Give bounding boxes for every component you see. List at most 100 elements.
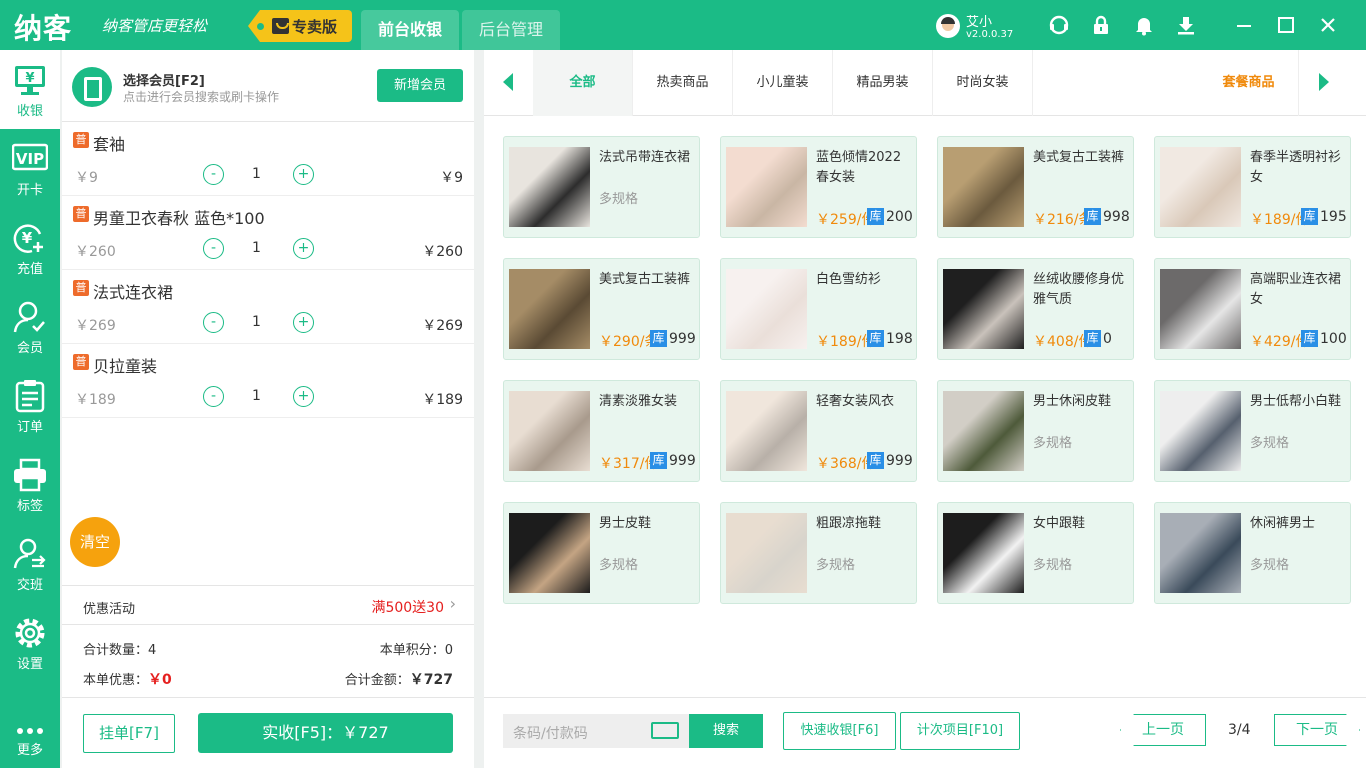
count-items-button[interactable]: 计次项目[F10] (900, 712, 1020, 750)
category-hot[interactable]: 热卖商品 (633, 50, 733, 116)
sidebar-item-cashier[interactable]: ¥ 收银 (0, 50, 60, 129)
close-icon[interactable] (1317, 14, 1339, 36)
cart-item[interactable]: 普 男童卫衣春秋 蓝色*100 ￥260 - 1 + ￥260 (62, 196, 474, 270)
qty-increase-button[interactable]: + (293, 312, 314, 333)
cart-item[interactable]: 普 套袖 ￥9 - 1 + ￥9 (62, 122, 474, 196)
bell-icon[interactable] (1133, 14, 1155, 36)
product-price: ￥368/件 (816, 456, 872, 472)
product-card[interactable]: 清素淡雅女装 ￥317/件库 999 (503, 380, 700, 482)
product-card[interactable]: 白色雪纺衫 ￥189/件库 198 (720, 258, 917, 360)
quick-checkout-button[interactable]: 快速收银[F6] (783, 712, 896, 750)
maximize-icon[interactable] (1275, 14, 1297, 36)
search-button[interactable]: 搜索 (689, 714, 763, 748)
cart-item-total: ￥269 (422, 318, 463, 334)
qty-increase-button[interactable]: + (293, 238, 314, 259)
avatar (936, 14, 960, 38)
category-next-arrow-icon[interactable] (1319, 73, 1329, 91)
category-women[interactable]: 时尚女装 (933, 50, 1033, 116)
prev-page-button[interactable]: 上一页 (1120, 714, 1206, 746)
sidebar-item-shift[interactable]: 交班 (0, 524, 60, 603)
minimize-icon[interactable] (1233, 14, 1255, 36)
customer-service-icon[interactable] (1048, 14, 1070, 36)
cart-item-qty[interactable]: 1 (252, 388, 261, 404)
download-icon[interactable] (1175, 14, 1197, 36)
product-card[interactable]: 男士皮鞋 多规格 (503, 502, 700, 604)
sidebar-item-recharge[interactable]: ¥ 充值 (0, 208, 60, 287)
category-all[interactable]: 全部 (533, 50, 633, 116)
product-image (1160, 513, 1241, 593)
total-qty: 合计数量：4 (83, 639, 156, 658)
product-card[interactable]: 美式复古工装裤 ￥290/条库 999 (503, 258, 700, 360)
category-kids[interactable]: 小儿童装 (733, 50, 833, 116)
hold-order-button[interactable]: 挂单[F7] (83, 714, 175, 753)
product-card[interactable]: 轻奢女装风衣 ￥368/件库 999 (720, 380, 917, 482)
sidebar-item-more[interactable]: 更多 (0, 689, 60, 768)
product-card[interactable]: 春季半透明衬衫女 ￥189/件库 195 (1154, 136, 1351, 238)
cart-item-qty[interactable]: 1 (252, 240, 261, 256)
barcode-placeholder: 条码/付款码 (513, 726, 588, 742)
stock-tag: 库 (867, 330, 884, 347)
product-card[interactable]: 粗跟凉拖鞋 多规格 (720, 502, 917, 604)
product-name: 美式复古工装裤 (599, 272, 691, 287)
sidebar-item-orders[interactable]: 订单 (0, 366, 60, 445)
category-package[interactable]: 套餐商品 (1199, 50, 1299, 116)
qty-increase-button[interactable]: + (293, 164, 314, 185)
product-card[interactable]: 男士休闲皮鞋 多规格 (937, 380, 1134, 482)
sidebar-item-label: 会员 (16, 341, 43, 356)
next-page-button[interactable]: 下一页 (1274, 714, 1360, 746)
product-name: 粗跟凉拖鞋 (816, 516, 882, 531)
product-price: ￥317/件 (599, 456, 655, 472)
product-card[interactable]: 法式吊带连衣裙 多规格 (503, 136, 700, 238)
product-card[interactable]: 女中跟鞋 多规格 (937, 502, 1134, 604)
qty-decrease-button[interactable]: - (203, 238, 224, 259)
product-card[interactable]: 蓝色倾情2022春女装 ￥259/件库 200 (720, 136, 917, 238)
product-name: 男士皮鞋 (599, 516, 652, 531)
sidebar-item-member[interactable]: 会员 (0, 287, 60, 366)
sidebar-item-label: 设置 (16, 657, 43, 672)
product-card[interactable]: 丝绒收腰修身优雅气质 ￥408/件库 0 (937, 258, 1134, 360)
add-member-button[interactable]: 新增会员 (377, 69, 463, 102)
product-card[interactable]: 高端职业连衣裙女 ￥429/件库 100 (1154, 258, 1351, 360)
keyboard-icon[interactable] (651, 722, 679, 739)
cart-item[interactable]: 普 法式连衣裙 ￥269 - 1 + ￥269 (62, 270, 474, 344)
qty-decrease-button[interactable]: - (203, 312, 224, 333)
category-prev-arrow-icon[interactable] (503, 73, 513, 91)
sidebar-item-settings[interactable]: 设置 (0, 603, 60, 682)
total-qty-value: 4 (148, 643, 157, 658)
clear-cart-button[interactable]: 清空 (70, 517, 120, 567)
category-men[interactable]: 精品男装 (833, 50, 933, 116)
sidebar: ¥ 收银 VIP 开卡 ¥ 充值 会员 订单 标签 交班 设置 更多 (0, 50, 60, 768)
product-spec: 多规格 (599, 192, 639, 207)
checkout-button[interactable]: 实收[F5]：￥727 (198, 713, 453, 753)
barcode-input[interactable]: 条码/付款码 (503, 714, 689, 748)
product-name: 休闲裤男士 (1250, 516, 1316, 531)
order-points-label: 本单积分： (379, 643, 445, 658)
sidebar-item-open-card[interactable]: VIP 开卡 (0, 129, 60, 208)
qty-decrease-button[interactable]: - (203, 386, 224, 407)
cart-item-qty[interactable]: 1 (252, 166, 261, 182)
product-image (509, 391, 590, 471)
product-price: ￥429/件 (1250, 334, 1306, 350)
promotion-label: 优惠活动 (83, 602, 136, 617)
product-card[interactable]: 休闲裤男士 多规格 (1154, 502, 1351, 604)
cart-item[interactable]: 普 贝拉童装 ￥189 - 1 + ￥189 (62, 344, 474, 418)
product-image (943, 391, 1024, 471)
tab-front-cashier[interactable]: 前台收银 (361, 10, 459, 50)
product-card[interactable]: 男士低帮小白鞋 多规格 (1154, 380, 1351, 482)
member-select[interactable]: 选择会员[F2] 点击进行会员搜索或刷卡操作 新增会员 (62, 50, 474, 122)
qty-increase-button[interactable]: + (293, 386, 314, 407)
top-bar: 纳客 纳客管店更轻松 专卖版 前台收银 后台管理 艾小 v2.0.0.37 (0, 0, 1366, 50)
tab-backend-admin[interactable]: 后台管理 (462, 10, 560, 50)
stock-tag: 库 (650, 330, 667, 347)
member-select-hint: 点击进行会员搜索或刷卡操作 (123, 90, 280, 104)
lock-icon[interactable] (1090, 14, 1112, 36)
order-points-value: 0 (444, 643, 453, 658)
qty-decrease-button[interactable]: - (203, 164, 224, 185)
product-stock: 198 (886, 331, 913, 347)
product-card[interactable]: 美式复古工装裤 ￥216/条库 998 (937, 136, 1134, 238)
cart-item-qty[interactable]: 1 (252, 314, 261, 330)
chevron-right-icon: › (449, 594, 456, 613)
product-stock: 100 (1320, 331, 1347, 347)
sidebar-item-labels[interactable]: 标签 (0, 445, 60, 524)
promotion-row[interactable]: 优惠活动 满500送30 › (62, 585, 474, 625)
